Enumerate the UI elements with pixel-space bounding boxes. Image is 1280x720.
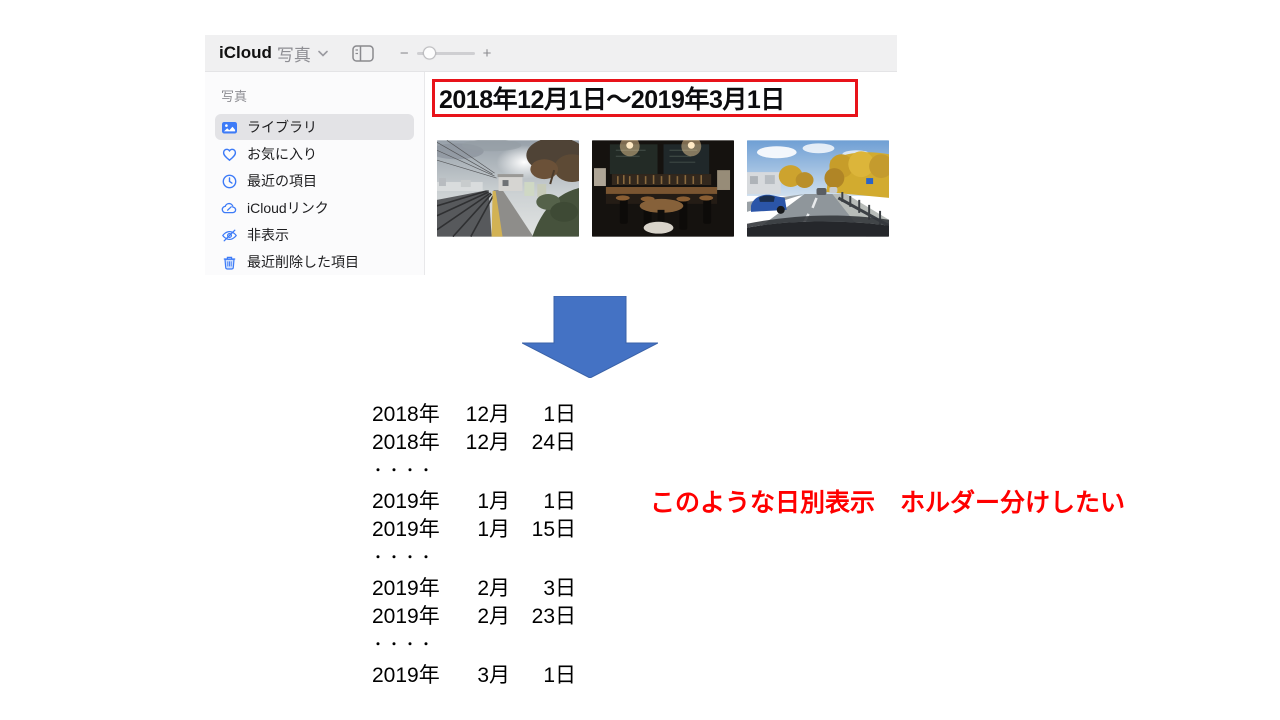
- window-body: 写真 ライブラリ お気に入り 最近の項目 iCloudリンク 非表示 最近削除し…: [205, 72, 897, 275]
- icloud-photos-window: iCloud 写真 − + 写真 ライブラリ お気に入り 最近の項目 iClou…: [205, 35, 897, 275]
- date-month: 1月: [477, 490, 510, 513]
- date-day: 1日: [543, 664, 576, 687]
- sidebar-item-recently-deleted[interactable]: 最近削除した項目: [215, 249, 414, 275]
- down-arrow-shape: [522, 296, 658, 378]
- date-range-highlight-box: 2018年12月1日～2019年3月1日: [432, 79, 858, 117]
- zoom-slider-track[interactable]: [416, 46, 475, 60]
- date-year: 2019年: [372, 605, 440, 628]
- sidebar-item-label: ライブラリ: [247, 119, 317, 135]
- icloud-wordmark: iCloud: [219, 43, 272, 62]
- date-day: 15日: [531, 518, 576, 541]
- heart-icon: [221, 146, 238, 163]
- date-list-ellipsis: ・・・・: [372, 541, 576, 572]
- cloud-link-icon: [221, 200, 238, 217]
- annotation-note: このような日別表示 ホルダー分けしたい: [650, 489, 1126, 517]
- trash-icon: [221, 254, 238, 271]
- app-title-menu[interactable]: iCloud 写真: [219, 41, 328, 66]
- sidebar-item-label: 非表示: [247, 227, 289, 243]
- sidebar-item-hidden[interactable]: 非表示: [215, 222, 414, 248]
- date-month: 2月: [477, 577, 510, 600]
- zoom-in-icon[interactable]: +: [483, 46, 492, 61]
- thumbnail-zoom-slider[interactable]: − +: [400, 46, 492, 61]
- date-list-row: 2019年 2月 23日: [372, 600, 576, 628]
- chevron-down-icon: [318, 50, 328, 57]
- sidebar-item-recents[interactable]: 最近の項目: [215, 168, 414, 194]
- ellipsis-dots: ・・・・: [372, 463, 437, 477]
- date-list-row: 2019年 2月 3日: [372, 572, 576, 600]
- date-day: 3日: [543, 577, 576, 600]
- photos-main-area: 2018年12月1日～2019年3月1日: [425, 72, 897, 275]
- app-section-label: 写真: [276, 45, 311, 65]
- date-day: 24日: [531, 431, 576, 454]
- photo-thumbnail-station[interactable]: [437, 140, 579, 237]
- photo-grid: [437, 140, 889, 237]
- date-list: 2018年 12月 1日 2018年 12月 24日 ・・・・ 2019年 1月…: [372, 398, 576, 687]
- date-month: 2月: [477, 605, 510, 628]
- date-list-row: 2019年 1月 15日: [372, 513, 576, 541]
- date-day: 23日: [531, 605, 576, 628]
- date-month: 1月: [477, 518, 510, 541]
- date-year: 2019年: [372, 577, 440, 600]
- date-month: 12月: [465, 431, 510, 454]
- date-list-row: 2018年 12月 24日: [372, 426, 576, 454]
- photos-library-icon: [221, 119, 238, 136]
- date-year: 2019年: [372, 664, 440, 687]
- clock-icon: [221, 173, 238, 190]
- date-month: 12月: [465, 403, 510, 426]
- zoom-slider-knob[interactable]: [422, 46, 436, 60]
- sidebar-item-icloud-links[interactable]: iCloudリンク: [215, 195, 414, 221]
- sidebar: 写真 ライブラリ お気に入り 最近の項目 iCloudリンク 非表示 最近削除し…: [205, 72, 425, 275]
- sidebar-section-label: 写真: [221, 89, 248, 104]
- sidebar-item-library[interactable]: ライブラリ: [215, 114, 414, 140]
- date-year: 2019年: [372, 490, 440, 513]
- sidebar-item-label: iCloudリンク: [247, 200, 329, 216]
- date-list-row: 2018年 12月 1日: [372, 398, 576, 426]
- date-day: 1日: [543, 403, 576, 426]
- date-list-row: 2019年 3月 1日: [372, 659, 576, 687]
- sidebar-item-label: 最近の項目: [247, 173, 317, 189]
- zoom-out-icon[interactable]: −: [400, 46, 409, 61]
- date-year: 2018年: [372, 403, 440, 426]
- sidebar-toggle-icon[interactable]: [352, 44, 374, 62]
- sidebar-item-label: 最近削除した項目: [247, 254, 359, 270]
- sidebar-item-label: お気に入り: [247, 146, 317, 162]
- date-list-ellipsis: ・・・・: [372, 454, 576, 485]
- eye-slash-icon: [221, 227, 238, 244]
- date-day: 1日: [543, 490, 576, 513]
- sidebar-item-favorites[interactable]: お気に入り: [215, 141, 414, 167]
- date-year: 2019年: [372, 518, 440, 541]
- date-list-ellipsis: ・・・・: [372, 628, 576, 659]
- photo-thumbnail-road[interactable]: [747, 140, 889, 237]
- date-range-title: 2018年12月1日～2019年3月1日: [439, 86, 785, 114]
- date-list-row: 2019年 1月 1日: [372, 485, 576, 513]
- slide-canvas: iCloud 写真 − + 写真 ライブラリ お気に入り 最近の項目 iClou…: [0, 0, 1280, 720]
- ellipsis-dots: ・・・・: [372, 550, 437, 564]
- window-toolbar: iCloud 写真 − +: [205, 35, 897, 72]
- date-year: 2018年: [372, 431, 440, 454]
- ellipsis-dots: ・・・・: [372, 637, 437, 651]
- photo-thumbnail-bar[interactable]: [592, 140, 734, 237]
- date-month: 3月: [477, 664, 510, 687]
